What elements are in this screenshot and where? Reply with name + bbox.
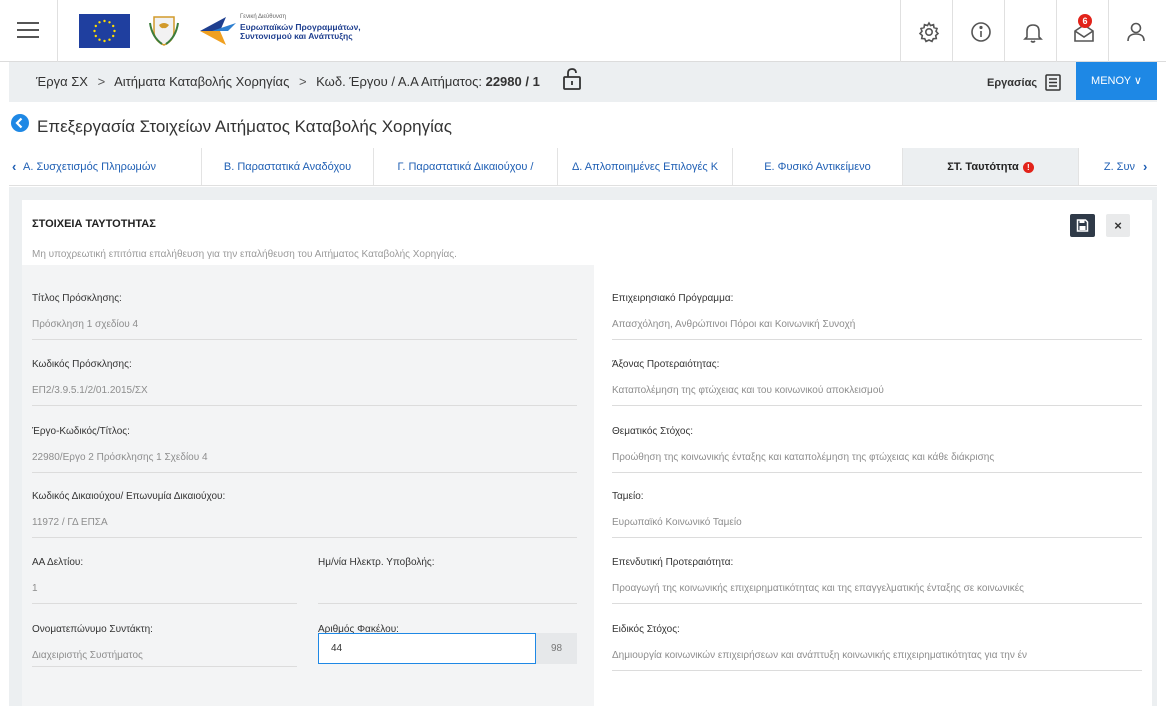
breadcrumb-item-requests[interactable]: Αιτήματα Καταβολής Χορηγίας: [114, 74, 289, 89]
breadcrumb-separator: >: [298, 74, 307, 89]
chevron-left-icon[interactable]: ‹: [12, 159, 16, 174]
field-underline: [32, 666, 297, 667]
section-subtitle: Μη υποχρεωτική επιτόπια επαλήθευση για τ…: [32, 249, 457, 260]
specific-objective-value: Δημιουργία κοινωνικών επιχειρήσεων και α…: [612, 650, 1028, 661]
tab-bar: Α. Συσχετισμός Πληρωμών Β. Παραστατικά Α…: [9, 148, 1157, 186]
operational-programme-label: Επιχειρησιακό Πρόγραμμα:: [612, 293, 734, 304]
priority-axis-value: Καταπολέμηση της φτώχειας και του κοινων…: [612, 385, 884, 396]
divider: [1056, 0, 1057, 62]
beneficiary-value: 11972 / ΓΔ ΕΠΣΑ: [32, 517, 108, 528]
gear-icon[interactable]: [917, 20, 941, 44]
breadcrumb-bar: Έργα ΣΧ > Αιτήματα Καταβολής Χορηγίας > …: [9, 62, 1157, 102]
field-underline: [612, 670, 1142, 671]
unlock-icon[interactable]: [562, 68, 582, 90]
chevron-right-icon[interactable]: ›: [1143, 159, 1147, 174]
divider: [57, 0, 58, 62]
notification-badge: 6: [1078, 14, 1092, 28]
error-icon: !: [1022, 161, 1034, 173]
divider: [1004, 0, 1005, 62]
breadcrumb-current-value: 22980 / 1: [485, 74, 540, 89]
field-underline: [612, 537, 1142, 538]
field-underline: [612, 603, 1142, 604]
investment-priority-label: Επενδυτική Προτεραιότητα:: [612, 557, 734, 568]
menu-button[interactable]: ΜΕΝΟΥ ∨: [1076, 62, 1157, 100]
cyprus-emblem-logo: [148, 13, 180, 47]
invitation-title-value: Πρόσκληση 1 σχεδίου 4: [32, 319, 139, 330]
priority-axis-label: Άξονας Προτεραιότητας:: [612, 359, 720, 370]
breadcrumb-item-current: Κωδ. Έργου / Α.Α Αιτήματος:: [316, 74, 482, 89]
field-underline: [32, 339, 577, 340]
project-value: 22980/Εργο 2 Πρόσκλησης 1 Σχεδίου 4: [32, 452, 208, 463]
folder-number-input[interactable]: 44: [318, 633, 536, 664]
breadcrumb: Έργα ΣΧ > Αιτήματα Καταβολής Χορηγίας > …: [36, 74, 540, 89]
bell-icon[interactable]: [1021, 20, 1045, 44]
save-button[interactable]: [1070, 214, 1095, 237]
thematic-objective-label: Θεματικός Στόχος:: [612, 426, 694, 437]
project-label: Έργο-Κωδικός/Τίτλος:: [32, 426, 130, 437]
field-underline: [32, 472, 577, 473]
tab-payment-correlation[interactable]: Α. Συσχετισμός Πληρωμών: [9, 148, 202, 185]
tab-identity[interactable]: ΣΤ. Ταυτότητα!: [903, 148, 1079, 185]
specific-objective-label: Ειδικός Στόχος:: [612, 624, 680, 635]
info-icon[interactable]: [969, 20, 993, 44]
invitation-code-value: ΕΠ2/3.9.5.1/2/01.2015/ΣΧ: [32, 385, 148, 396]
invitation-title-label: Τίτλος Πρόσκλησης:: [32, 293, 122, 304]
divider: [900, 0, 901, 62]
breadcrumb-separator: >: [97, 74, 106, 89]
field-underline: [32, 405, 577, 406]
field-underline: [32, 537, 577, 538]
tab-identity-label: ΣΤ. Ταυτότητα: [947, 161, 1019, 173]
invitation-code-label: Κωδικός Πρόσκλησης:: [32, 359, 132, 370]
field-underline: [612, 339, 1142, 340]
beneficiary-label: Κωδικός Δικαιούχου/ Επωνυμία Δικαιούχου:: [32, 491, 226, 502]
dg-logo-text: Γενική Διεύθυνση Ευρωπαϊκών Προγραμμάτων…: [240, 13, 361, 42]
aa-label: ΑΑ Δελτίου:: [32, 557, 84, 568]
divider: [1108, 0, 1109, 62]
hamburger-icon[interactable]: [17, 22, 39, 40]
divider: [952, 0, 953, 62]
tab-physical-object[interactable]: Ε. Φυσικό Αντικείμενο: [733, 148, 903, 185]
field-underline: [32, 603, 297, 604]
dg-logo: Γενική Διεύθυνση Ευρωπαϊκών Προγραμμάτων…: [198, 13, 378, 47]
document-list-icon[interactable]: [1045, 74, 1061, 91]
folder-number-suffix: 98: [536, 633, 577, 664]
operational-programme-value: Απασχόληση, Ανθρώπινοι Πόροι και Κοινωνι…: [612, 319, 856, 330]
section-title: ΣΤΟΙΧΕΙΑ ΤΑΥΤΟΤΗΤΑΣ: [32, 218, 156, 230]
eu-flag-logo: [79, 14, 130, 48]
thematic-objective-value: Προώθηση της κοινωνικής ένταξης και κατα…: [612, 452, 995, 463]
field-underline: [318, 603, 577, 604]
field-underline: [612, 472, 1142, 473]
ergasias-label[interactable]: Εργασίας: [987, 77, 1037, 89]
author-label: Ονοματεπώνυμο Συντάκτη:: [32, 624, 153, 635]
back-arrow-icon[interactable]: [11, 114, 29, 132]
logo-line-3: Συντονισμού και Ανάπτυξης: [240, 31, 353, 41]
close-button[interactable]: ×: [1106, 214, 1130, 237]
breadcrumb-item-projects[interactable]: Έργα ΣΧ: [36, 74, 88, 89]
investment-priority-value: Προαγωγή της κοινωνικής επιχειρηματικότη…: [612, 583, 1024, 594]
field-underline: [612, 405, 1142, 406]
aa-value: 1: [32, 583, 38, 594]
top-bar: Γενική Διεύθυνση Ευρωπαϊκών Προγραμμάτων…: [0, 0, 1166, 62]
fund-label: Ταμείο:: [612, 491, 644, 502]
user-icon[interactable]: [1124, 20, 1148, 44]
tab-beneficiary-documents[interactable]: Γ. Παραστατικά Δικαιούχου /: [374, 148, 558, 185]
tab-contractor-documents[interactable]: Β. Παραστατικά Αναδόχου: [202, 148, 374, 185]
fund-value: Ευρωπαϊκό Κοινωνικό Ταμείο: [612, 517, 742, 528]
page-title: Επεξεργασία Στοιχείων Αιτήματος Καταβολή…: [37, 117, 452, 136]
submission-date-label: Ημ/νία Ηλεκτρ. Υποβολής:: [318, 557, 435, 568]
tab-simplified-options[interactable]: Δ. Απλοποιημένες Επιλογές Κ: [558, 148, 733, 185]
save-icon: [1076, 219, 1089, 232]
author-value: Διαχειριστής Συστήματος: [32, 650, 143, 661]
